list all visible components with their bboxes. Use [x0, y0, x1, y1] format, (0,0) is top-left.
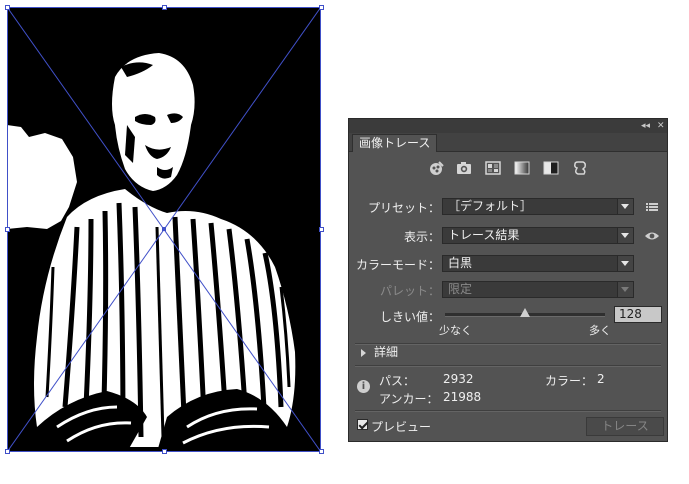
anchors-value: 21988 — [443, 390, 482, 404]
advanced-disclosure-icon[interactable] — [361, 349, 366, 357]
tab-image-trace[interactable]: 画像トレース — [352, 134, 438, 152]
resize-handle-bottom-left[interactable] — [5, 449, 10, 454]
image-trace-panel: ◂◂ ✕ 画像トレース プリセット： ［デフォルト］ 表示： トレース結果 カラ… — [348, 118, 668, 442]
palette-select: 限定 — [442, 281, 634, 298]
anchors-label: アンカー： — [379, 392, 439, 406]
threshold-slider-thumb[interactable] — [520, 308, 531, 317]
preset-select[interactable]: ［デフォルト］ — [442, 198, 634, 215]
resize-handle-top-right[interactable] — [319, 5, 324, 10]
threshold-more-label: 多く — [589, 324, 611, 337]
chevron-down-icon — [617, 256, 633, 271]
threshold-input[interactable]: 128 — [614, 306, 662, 323]
artwork-area — [0, 0, 340, 484]
paths-value: 2932 — [443, 372, 474, 386]
color-mode-select[interactable]: 白黒 — [442, 255, 634, 272]
threshold-less-label: 少なく — [439, 324, 472, 337]
advanced-label[interactable]: 詳細 — [374, 343, 398, 360]
divider — [355, 365, 661, 367]
auto-color-icon[interactable] — [427, 159, 445, 177]
chevron-down-icon — [617, 282, 633, 297]
panel-tab-row: 画像トレース — [349, 133, 667, 152]
info-icon: i — [357, 380, 370, 393]
resize-handle-top-left[interactable] — [5, 5, 10, 10]
palette-value: 限定 — [448, 282, 473, 296]
colors-label: カラー： — [545, 374, 594, 388]
preset-label: プリセット： — [367, 201, 440, 215]
preset-value: ［デフォルト］ — [448, 199, 533, 213]
view-select[interactable]: トレース結果 — [442, 227, 634, 244]
resize-handle-right[interactable] — [319, 227, 324, 232]
view-value: トレース結果 — [448, 228, 520, 242]
preset-menu-icon[interactable] — [646, 201, 658, 211]
divider — [355, 410, 661, 412]
chevron-down-icon — [617, 199, 633, 214]
low-color-icon[interactable] — [484, 159, 502, 177]
color-mode-label: カラーモード： — [355, 258, 440, 272]
resize-handle-bottom[interactable] — [162, 449, 167, 454]
preview-label[interactable]: プレビュー — [371, 418, 431, 435]
view-label: 表示： — [403, 230, 440, 244]
palette-label: パレット： — [379, 284, 440, 298]
outline-icon[interactable] — [571, 159, 589, 177]
trace-button: トレース — [586, 417, 664, 436]
preview-checkbox[interactable] — [357, 419, 368, 430]
panel-title-bar[interactable]: ◂◂ ✕ — [349, 119, 667, 133]
grayscale-icon[interactable] — [513, 159, 531, 177]
resize-handle-bottom-right[interactable] — [319, 449, 324, 454]
close-panel-button[interactable]: ✕ — [657, 119, 665, 133]
collapse-panel-button[interactable]: ◂◂ — [641, 119, 650, 133]
resize-handle-left[interactable] — [5, 227, 10, 232]
resize-handle-top[interactable] — [162, 5, 167, 10]
eye-icon[interactable] — [644, 230, 660, 242]
divider — [355, 343, 661, 345]
black-white-icon[interactable] — [542, 159, 560, 177]
paths-label: パス： — [379, 374, 416, 388]
center-point — [162, 227, 166, 231]
chevron-down-icon — [617, 228, 633, 243]
high-color-icon[interactable] — [455, 159, 473, 177]
color-mode-value: 白黒 — [448, 256, 473, 270]
threshold-label: しきい値： — [379, 310, 440, 324]
colors-value: 2 — [597, 372, 605, 386]
